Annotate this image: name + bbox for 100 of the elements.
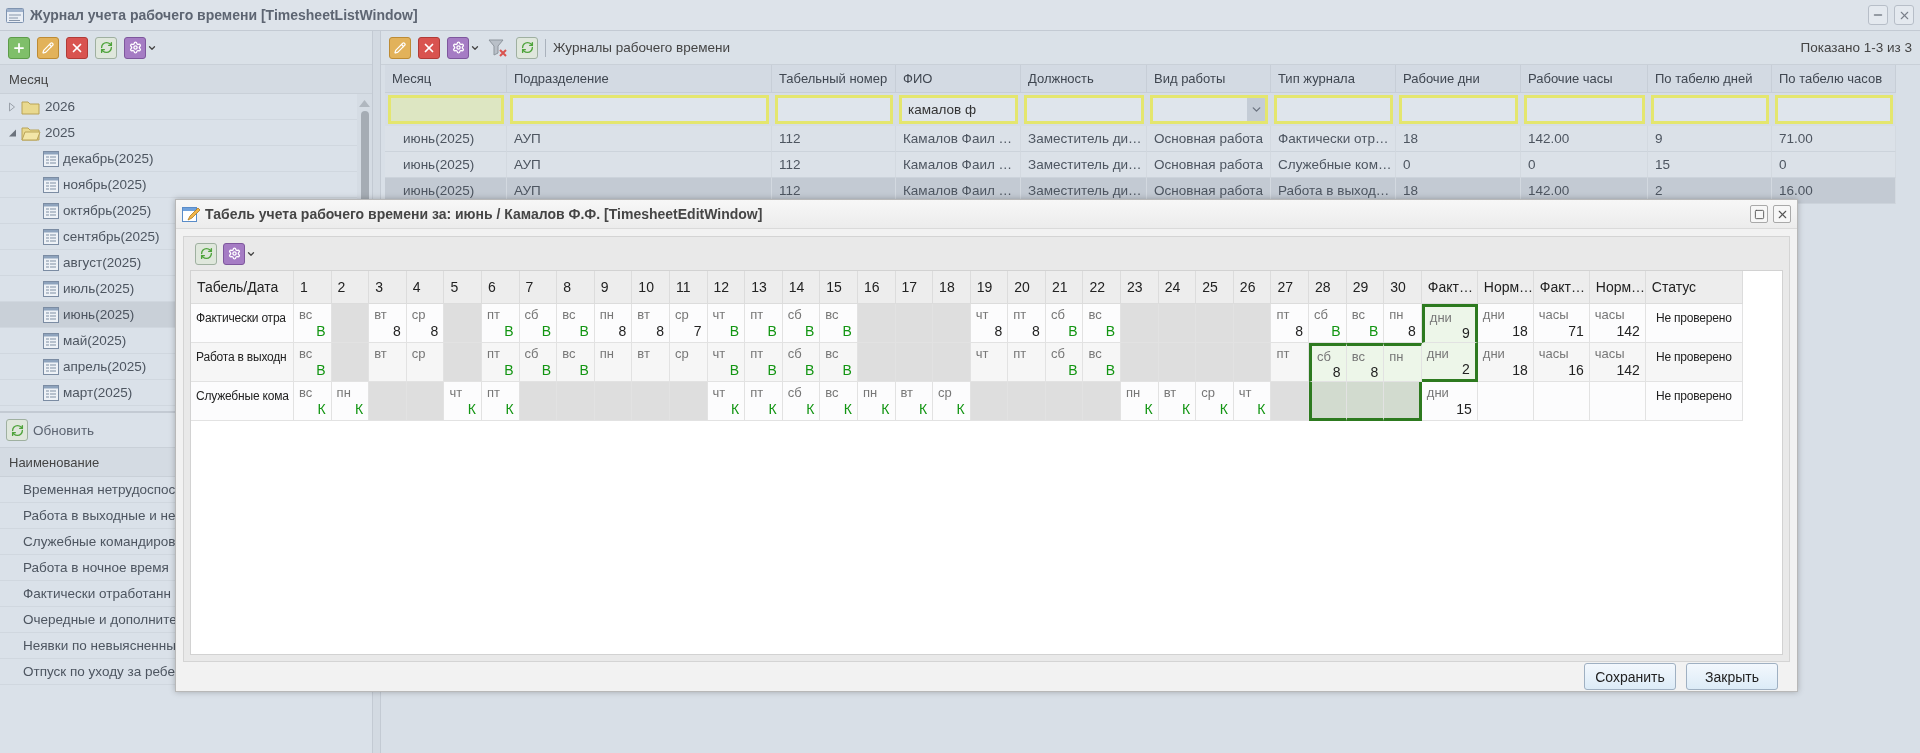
weekday-label: вт — [374, 346, 387, 361]
weekday-label: вс — [299, 385, 313, 400]
status-text: Не проверено — [1645, 304, 1743, 343]
weekday-label: ср — [411, 307, 426, 322]
day-code: К — [505, 401, 514, 417]
weekday-label: пт — [750, 385, 764, 400]
weekday-label: пт — [486, 307, 500, 322]
hours-value: 8 — [656, 323, 664, 339]
weekday-label: вс — [1088, 346, 1102, 361]
day-code: В — [1068, 362, 1078, 378]
weekday-label: пн — [1389, 307, 1404, 322]
hours-value: 8 — [1332, 364, 1341, 380]
row-label: Служебные кома — [191, 382, 294, 421]
weekday-label: вс — [562, 346, 576, 361]
paging-info: Показано 1-3 из 3 — [1800, 40, 1912, 55]
weekday-label: пн — [1389, 349, 1404, 364]
day-code: В — [767, 323, 777, 339]
tree-item-label: май(2025) — [63, 333, 127, 348]
weekday-label: вт — [1163, 385, 1177, 400]
weekday-label: сб — [1050, 307, 1065, 322]
day-code: К — [768, 401, 777, 417]
day-code: К — [355, 401, 364, 417]
weekday-label: чт — [1238, 385, 1252, 400]
status-text: Не проверено — [1645, 343, 1743, 382]
day-code: К — [467, 401, 476, 417]
weekday-label: вс — [562, 307, 576, 322]
weekday-label: сб — [524, 346, 539, 361]
row-label: Фактически отра — [191, 304, 294, 343]
weekday-label: чт — [712, 307, 726, 322]
weekday-label: вс — [1351, 307, 1365, 322]
hours-value: 8 — [1032, 323, 1040, 339]
total-value: 15 — [1456, 401, 1472, 417]
weekday-label: пт — [750, 307, 764, 322]
unit-label: дни — [1482, 307, 1505, 322]
day-code: К — [730, 401, 740, 417]
unit-label: дни — [1482, 346, 1505, 361]
day-code: В — [1105, 323, 1116, 339]
tree-item-label: сентябрь(2025) — [63, 229, 160, 244]
total-value: 71 — [1568, 323, 1584, 339]
tree-item-label: август(2025) — [63, 255, 142, 270]
weekday-label: ср — [674, 346, 689, 361]
weekday-label: пт — [1013, 307, 1027, 322]
day-code: К — [1144, 401, 1153, 417]
weekday-label: чт — [449, 385, 463, 400]
weekday-label: сб — [1314, 307, 1328, 322]
unit-label: дни — [1426, 385, 1449, 400]
weekday-label: ср — [938, 385, 952, 400]
day-code: В — [316, 362, 326, 378]
unit-label: дни — [1429, 310, 1452, 325]
total-value: 142 — [1616, 323, 1640, 339]
weekday-label: ср — [1201, 385, 1215, 400]
weekday-label: вс — [299, 346, 313, 361]
weekday-label: сб — [524, 307, 539, 322]
weekday-label: пт — [1276, 346, 1290, 361]
hours-value: 8 — [1408, 323, 1416, 339]
weekday-label: пн — [1126, 385, 1141, 400]
day-code: В — [1105, 362, 1116, 378]
weekday-label: вс — [1088, 307, 1102, 322]
day-code: В — [842, 323, 852, 339]
day-code: К — [1182, 401, 1191, 417]
tree-item-label: 2025 — [45, 125, 76, 140]
toolbar-title: Журналы рабочего времени — [553, 40, 731, 55]
unit-label: дни — [1426, 346, 1449, 361]
weekday-label: вс — [825, 346, 839, 361]
day-code: К — [881, 401, 890, 417]
weekday-label: пт — [486, 346, 500, 361]
weekday-label: чт — [975, 307, 989, 322]
weekday-label: пн — [599, 307, 614, 322]
day-code: В — [729, 362, 740, 378]
weekday-label: пт — [486, 385, 500, 400]
weekday-label: ср — [411, 346, 426, 361]
hours-value: 8 — [994, 323, 1003, 339]
weekday-label: ср — [674, 307, 689, 322]
day-code: В — [842, 362, 852, 378]
weekday-label: вс — [825, 385, 839, 400]
window-title: Журнал учета рабочего времени [TimesheetListWindow] — [30, 7, 418, 23]
day-code: К — [956, 401, 965, 417]
weekday-label: вт — [900, 385, 914, 400]
unit-label: часы — [1594, 307, 1625, 322]
total-value: 9 — [1462, 325, 1470, 341]
day-code: В — [729, 323, 740, 339]
tree-item-label: октябрь(2025) — [63, 203, 152, 218]
day-code: В — [504, 323, 514, 339]
total-value: 18 — [1512, 362, 1528, 378]
tree-item-label: июль(2025) — [63, 281, 135, 296]
weekday-label: вт — [637, 307, 650, 322]
unit-label: часы — [1538, 307, 1569, 322]
total-value: 16 — [1568, 362, 1584, 378]
hours-value: 7 — [693, 323, 702, 339]
weekday-label: чт — [712, 385, 726, 400]
weekday-label: вс — [299, 307, 313, 322]
weekday-label: пн — [336, 385, 351, 400]
day-code: К — [918, 401, 928, 417]
weekday-label: сб — [787, 385, 802, 400]
tree-item-label: апрель(2025) — [63, 359, 147, 374]
weekday-label: сб — [787, 346, 802, 361]
unit-label: часы — [1594, 346, 1625, 361]
weekday-label: вс — [825, 307, 839, 322]
tree-item-label: ноябрь(2025) — [63, 177, 147, 192]
weekday-label: сб — [1317, 349, 1331, 364]
